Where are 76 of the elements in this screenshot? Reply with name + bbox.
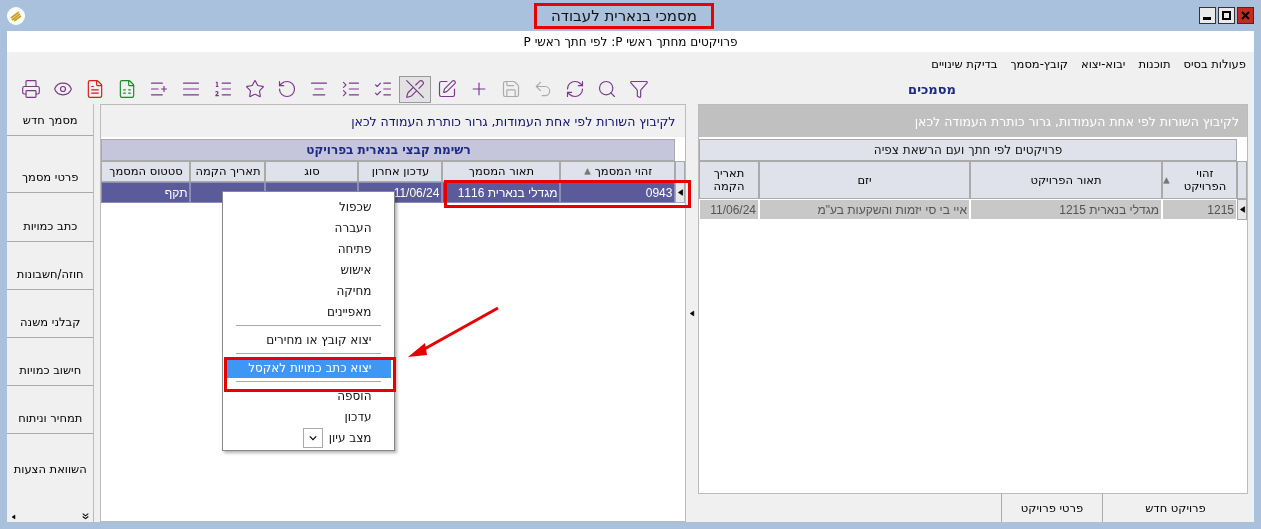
menu-item[interactable]: קובץ-מסמך (1010, 57, 1068, 71)
window-title: מסמכי בנארית לעבודה (534, 2, 714, 29)
group-by-hint: לקיבוץ השורות לפי אחת העמודות, גרור כותרת העמודה לכאן (699, 105, 1247, 137)
pdf-icon (85, 79, 105, 99)
column-header[interactable]: תאור הפרויקט (970, 161, 1162, 199)
menu-option[interactable]: עדכון (226, 406, 392, 427)
menu-option[interactable]: הוספה (226, 385, 392, 406)
sidebar-button[interactable]: מסמך חדש (7, 104, 94, 136)
row-pointer-icon (1238, 206, 1246, 213)
column-header[interactable]: סטטוס המסמך (101, 161, 191, 182)
menu-item[interactable]: תוכנות (1138, 57, 1171, 71)
close-button[interactable] (1237, 7, 1254, 24)
menu-option[interactable]: פתיחה (226, 238, 392, 259)
group-by-hint: לקיבוץ השורות לפי אחת העמודות, גרור כותרת העמודה לכאן (101, 105, 686, 137)
column-header[interactable]: תאור המסמך (442, 161, 561, 182)
column-header[interactable]: יזם (759, 161, 970, 199)
table-cell: תקף (101, 182, 191, 203)
window-subtitle: פרויקטים מחתך ראשי P: לפי חתך ראשי P (7, 31, 1254, 52)
menu-option[interactable]: מחיקה (226, 280, 392, 301)
filter-icon (629, 79, 649, 99)
rotate-icon (277, 79, 297, 99)
panel-button[interactable]: פרויקט חדש (1102, 494, 1248, 522)
sidebar-button[interactable]: פרטי מסמך (7, 136, 94, 193)
indent-icon (341, 79, 361, 99)
splitter-arrow-icon (689, 309, 696, 317)
menu-option[interactable]: העברה (226, 217, 392, 238)
sidebar-button[interactable]: חוזה/חשבונות (7, 242, 94, 290)
table-cell: 0943 (560, 182, 676, 203)
column-header[interactable]: תאריך הקמה (699, 161, 759, 199)
menu-item[interactable]: פעולות בסיס (1183, 57, 1246, 71)
menu-option[interactable]: יצוא קובץ או מחירים (226, 329, 392, 350)
column-header[interactable]: עדכון אחרון (358, 161, 443, 182)
spreadsheet-icon (117, 79, 137, 99)
table-cell: איי בי סי יזמות והשקעות בע"מ (759, 199, 970, 220)
undo-icon (533, 79, 553, 99)
edit-icon (437, 79, 457, 99)
sidebar-button[interactable]: חישוב כמויות (7, 338, 94, 386)
refresh-icon (565, 79, 585, 99)
scroll-left-icon (11, 514, 16, 520)
column-header[interactable]: זהוי המסמך (560, 161, 676, 182)
table-cell: 1215 (1162, 199, 1237, 220)
header-corner (675, 161, 686, 182)
menu-option[interactable]: אישוש (226, 259, 392, 280)
column-header[interactable]: תאריך הקמה (190, 161, 266, 182)
search-icon (597, 79, 617, 99)
printer-icon (21, 79, 41, 99)
app-logo-icon (7, 6, 25, 25)
maximize-button[interactable] (1218, 7, 1235, 24)
section-label: מסמכים (908, 81, 956, 97)
row-pointer-icon (676, 189, 684, 196)
scroll-down-icon[interactable] (82, 513, 90, 520)
menu-item[interactable]: יבוא-יצוא (1080, 57, 1126, 71)
sidebar-button[interactable]: תמחיר וניתוח (7, 386, 94, 434)
sidebar-button[interactable]: השוואת הצעות (7, 434, 94, 484)
star-icon (245, 79, 265, 99)
table-cell: 11/06/24 (699, 199, 759, 220)
list-icon (213, 79, 233, 99)
menu-option[interactable]: מאפיינים (226, 301, 392, 322)
column-header[interactable]: זהוי הפרויקט (1162, 161, 1237, 199)
grid-title: פרויקטים לפי חתך ועם הרשאת צפיה (699, 139, 1237, 161)
close-icon (1241, 11, 1250, 20)
table-cell: מגדלי בנארית 1215 (970, 199, 1162, 220)
column-header[interactable]: סוג (265, 161, 359, 182)
grid-title: רשימת קבצי בנארית בפרויקט (101, 139, 676, 161)
toolbar-button[interactable] (399, 75, 431, 103)
menu-item[interactable]: בדיקת שינויים (931, 57, 998, 71)
sidebar-button[interactable]: כתב כמויות (7, 193, 94, 242)
save-icon (501, 79, 521, 99)
sidebar-button[interactable]: קבלני משנה (7, 290, 94, 338)
chevron-icon (308, 434, 317, 441)
panel-button[interactable]: פרטי פרויקט (1001, 494, 1102, 522)
dropdown-button[interactable] (302, 427, 323, 448)
menu-option[interactable]: מצב עיון (226, 427, 392, 448)
pen-off-icon (405, 79, 425, 99)
maximize-icon (1222, 11, 1231, 20)
minimize-button[interactable] (1199, 7, 1216, 24)
